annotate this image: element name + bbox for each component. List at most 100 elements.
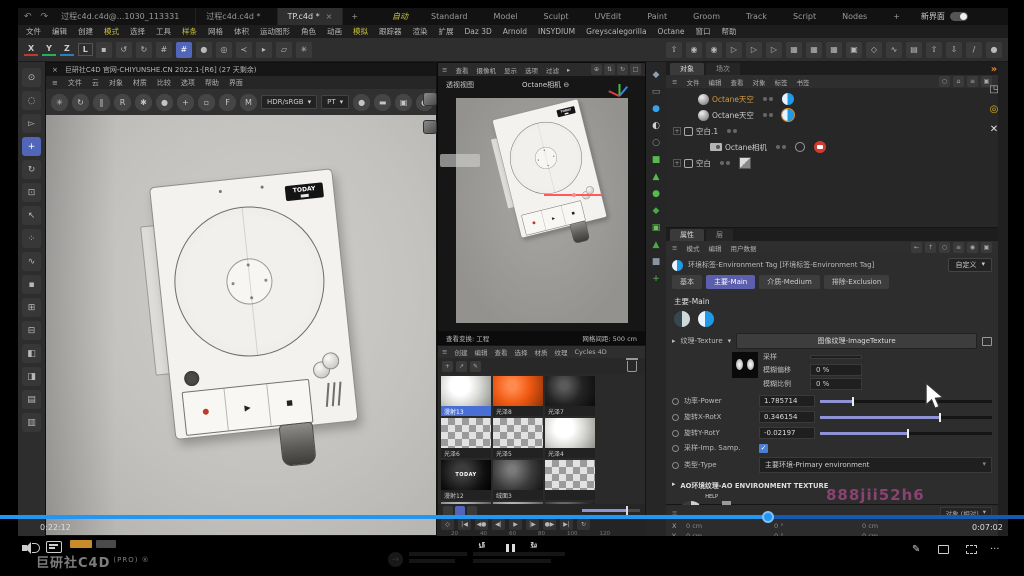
undo-icon[interactable]: ↶	[24, 12, 32, 22]
material-tile[interactable]: 光泽7	[545, 376, 595, 416]
layout-tab[interactable]: +	[880, 12, 913, 21]
toolbar-icon[interactable]: ⇧	[926, 42, 942, 58]
object-tag-icon[interactable]	[782, 109, 794, 121]
palette-icon[interactable]: +	[652, 274, 660, 284]
material-thumbnail[interactable]: TODAY	[441, 460, 491, 490]
octane-toolbar-icon[interactable]: R	[114, 94, 131, 111]
object-label[interactable]: Octane天空	[712, 110, 754, 121]
parameter-value[interactable]: 0.346154	[759, 411, 815, 423]
transport-button[interactable]: ▶|	[560, 519, 573, 530]
octane-toolbar-icon[interactable]: F	[219, 94, 236, 111]
octane-toolbar-icon[interactable]: ‖	[93, 94, 110, 111]
hamburger-icon[interactable]: ≡	[52, 79, 58, 87]
tool-icon[interactable]: ▪	[22, 275, 41, 294]
octane-menu-item[interactable]: 帮助	[205, 78, 219, 88]
tool-icon[interactable]: +	[22, 137, 41, 156]
visibility-dots[interactable]	[776, 145, 786, 149]
octane-menu-item[interactable]: 选项	[181, 78, 195, 88]
layout-tab[interactable]: Script	[780, 12, 829, 21]
toolbar-icon[interactable]: ▦	[786, 42, 802, 58]
object-tag-icon[interactable]	[814, 141, 826, 153]
material-name[interactable]: 光泽5	[493, 448, 543, 458]
position-value[interactable]: 0 cm	[686, 522, 774, 530]
more-options-icon[interactable]: ···	[990, 544, 1000, 555]
material-menu-item[interactable]: 编辑	[474, 347, 487, 357]
menu-item[interactable]: INSYDIUM	[538, 27, 575, 36]
menu-item[interactable]: 体积	[234, 26, 249, 37]
material-name[interactable]: 光泽7	[545, 406, 595, 416]
viewport-canvas[interactable]: 透视视图 Octane相机 ⊖ TODAY	[438, 76, 645, 331]
material-thumbnail[interactable]	[545, 418, 595, 448]
toolbar-icon[interactable]: ⇧	[666, 42, 682, 58]
attr-nav-icon[interactable]: ◉	[967, 242, 978, 253]
view-mode-icon[interactable]	[455, 506, 465, 516]
sub-row-value[interactable]: 0 %	[810, 378, 862, 390]
palette-icon[interactable]: ◆	[653, 206, 660, 216]
palette-icon[interactable]: ■	[652, 257, 661, 267]
material-tile[interactable]	[545, 460, 595, 500]
om-search-icon[interactable]: ≡	[967, 76, 978, 87]
hamburger-icon[interactable]: ≡	[442, 66, 447, 74]
file-tab[interactable]: 过程c4d.c4d@...1030_113331	[51, 8, 196, 25]
axis-toggle[interactable]: Y	[42, 43, 56, 56]
tool-icon[interactable]: ▤	[22, 390, 41, 409]
pencil-icon[interactable]: ✎	[912, 544, 920, 555]
octane-menu-item[interactable]: 云	[92, 78, 99, 88]
sub-row-value[interactable]: 0 %	[810, 364, 862, 376]
object-row[interactable]: Octane天空	[670, 107, 994, 123]
material-menu-item[interactable]: 查看	[494, 347, 507, 357]
om-menu-item[interactable]: 对象	[752, 77, 765, 87]
menu-item[interactable]: 模拟	[353, 26, 368, 37]
toolbar-icon[interactable]: ●	[196, 42, 212, 58]
attr-menu-item[interactable]: 用户数据	[730, 243, 756, 253]
keyframe-ring-icon[interactable]	[672, 462, 679, 469]
toolbar-icon[interactable]: ↺	[116, 42, 132, 58]
axis-toggle[interactable]: X	[24, 43, 38, 56]
octane-menu-item[interactable]: 对象	[109, 78, 123, 88]
axis-toggle[interactable]: Z	[60, 43, 74, 56]
visibility-dots[interactable]	[720, 161, 730, 165]
volume-icon[interactable]	[22, 542, 36, 554]
object-row[interactable]: Octane相机	[670, 139, 994, 155]
transport-button[interactable]: ◀●	[475, 519, 488, 530]
material-menu-item[interactable]: 材质	[534, 347, 547, 357]
panel-tab[interactable]: 对象	[670, 63, 704, 75]
toolbar-icon[interactable]: #	[176, 42, 192, 58]
toolbar-icon[interactable]: ✳	[296, 42, 312, 58]
view-mode-icon[interactable]	[467, 506, 477, 516]
material-name[interactable]: 光泽4	[545, 448, 595, 458]
menu-item[interactable]: 工具	[156, 26, 171, 37]
toolbar-icon[interactable]: ↻	[136, 42, 152, 58]
palette-icon[interactable]: ▭	[652, 87, 661, 97]
viewport-camera-label[interactable]: Octane相机 ⊖	[522, 80, 569, 90]
menu-item[interactable]: 编辑	[52, 26, 67, 37]
transport-button[interactable]: ●▶	[543, 519, 556, 530]
keyframe-ring-icon[interactable]	[672, 414, 679, 421]
attr-menu-item[interactable]: 模式	[686, 243, 699, 253]
octane-viewer-titlebar[interactable]: × 巨研社C4D 官网-CHIYUNSHE.CN 2022.1-[R6] (27…	[46, 63, 436, 76]
menu-item[interactable]: 样条	[182, 26, 197, 37]
attribute-tab-chip[interactable]: 介质-Medium	[759, 275, 820, 289]
file-tab[interactable]: 过程c4d.c4d *	[196, 8, 277, 25]
toolbar-icon[interactable]: ⇩	[946, 42, 962, 58]
trash-icon[interactable]	[627, 361, 637, 372]
object-label[interactable]: Octane天空	[712, 94, 754, 105]
material-thumbnail[interactable]	[493, 418, 543, 448]
material-thumbnail[interactable]	[441, 418, 491, 448]
octane-toolbar-icon[interactable]: ▣	[395, 94, 412, 111]
octane-render-view[interactable]: TODAY ▶ ■	[46, 115, 436, 535]
octane-menu-item[interactable]: 比较	[157, 78, 171, 88]
side-palette-icon[interactable]: ✕	[990, 124, 998, 135]
palette-icon[interactable]: ▣	[652, 223, 661, 233]
attr-nav-icon[interactable]: ≡	[953, 242, 964, 253]
layout-tab[interactable]: Track	[733, 12, 780, 21]
toolbar-icon[interactable]: ▤	[906, 42, 922, 58]
attribute-tab-chip[interactable]: 排除-Exclusion	[824, 275, 890, 289]
material-tile[interactable]: TODAY 漫射12	[441, 460, 491, 500]
toolbar-icon[interactable]: ≺	[236, 42, 252, 58]
toolbar-icon[interactable]: ▪	[96, 42, 112, 58]
scale-value[interactable]: 0 cm	[862, 522, 950, 530]
layout-tab[interactable]: Sculpt	[530, 12, 581, 21]
om-menu-item[interactable]: 查看	[730, 77, 743, 87]
layout-tab[interactable]: Paint	[634, 12, 680, 21]
